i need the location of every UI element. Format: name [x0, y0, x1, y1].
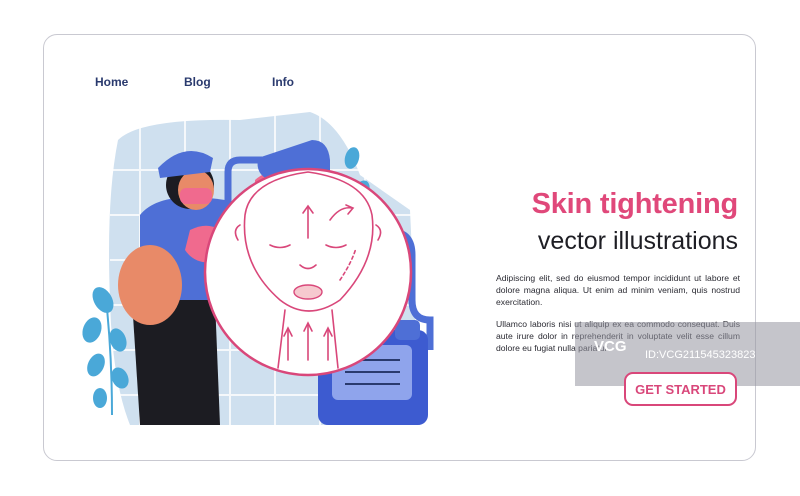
get-started-button[interactable]: GET STARTED [624, 372, 737, 406]
hero-paragraph-1: Adipiscing elit, sed do eiusmod tempor i… [496, 273, 740, 307]
watermark-id-text: ID:VCG211545323823 [645, 349, 756, 361]
face-closeup-circle [203, 167, 413, 377]
hero-subtitle: vector illustrations [537, 227, 738, 255]
watermark-logo: VCG [594, 338, 627, 355]
hero-title: Skin tightening [531, 188, 739, 220]
